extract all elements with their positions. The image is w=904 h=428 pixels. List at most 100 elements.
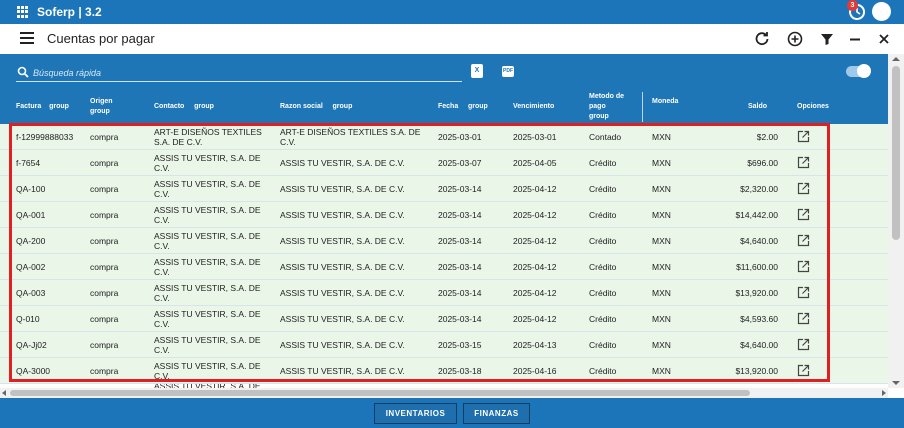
cell-saldo: $4,593.60 bbox=[740, 314, 778, 324]
app-title: Soferp | 3.2 bbox=[37, 5, 102, 19]
column-header-razon-social[interactable]: Razon social group bbox=[280, 102, 352, 112]
cell-fecha: 2025-03-14 bbox=[438, 184, 482, 194]
cell-razon: ASSIS TU VESTIR, S.A. DE C.V. bbox=[280, 236, 405, 246]
export-excel-icon[interactable]: X bbox=[471, 64, 483, 78]
open-external-icon[interactable] bbox=[797, 312, 810, 325]
export-pdf-icon[interactable]: PDF bbox=[502, 66, 514, 77]
inventarios-button[interactable]: INVENTARIOS bbox=[374, 403, 457, 424]
cell-factura: Q-010 bbox=[16, 314, 40, 324]
vertical-scrollbar[interactable] bbox=[888, 54, 904, 388]
open-external-icon[interactable] bbox=[797, 338, 810, 351]
finanzas-button[interactable]: FINANZAS bbox=[463, 403, 530, 424]
column-header-origen[interactable]: Origen group bbox=[90, 97, 113, 117]
cell-metodo: Crédito bbox=[589, 340, 617, 350]
cell-saldo: $14,442.00 bbox=[735, 210, 778, 220]
horizontal-scrollbar[interactable] bbox=[0, 388, 888, 398]
scroll-up-arrow-icon[interactable] bbox=[892, 57, 900, 61]
cell-fecha: 2025-03-14 bbox=[438, 262, 482, 272]
cell-vencimiento: 2025-04-05 bbox=[513, 158, 557, 168]
open-external-icon[interactable] bbox=[797, 156, 810, 169]
scroll-right-arrow-icon[interactable] bbox=[882, 390, 886, 396]
table-row[interactable]: QA-002 compra ASSIS TU VESTIR, S.A. DE C.V… bbox=[0, 254, 888, 280]
cell-moneda: MXN bbox=[652, 184, 671, 194]
filter-icon[interactable] bbox=[818, 30, 836, 48]
table-row[interactable]: QA-001 compra ASSIS TU VESTIR, S.A. DE C.V… bbox=[0, 202, 888, 228]
column-header-moneda[interactable]: Moneda bbox=[652, 97, 678, 107]
scroll-left-arrow-icon[interactable] bbox=[2, 390, 6, 396]
close-icon[interactable] bbox=[875, 30, 893, 48]
table-row[interactable]: Q-010 compra ASSIS TU VESTIR, S.A. DE C.V.… bbox=[0, 306, 888, 332]
cell-moneda: MXN bbox=[652, 288, 671, 298]
table-row[interactable]: QA-100 compra ASSIS TU VESTIR, S.A. DE C.V… bbox=[0, 176, 888, 202]
cell-fecha: 2025-03-07 bbox=[438, 158, 482, 168]
cell-metodo: Crédito bbox=[589, 314, 617, 324]
cell-moneda: MXN bbox=[652, 314, 671, 324]
cell-contacto: ASSIS TU VESTIR, S.A. DE C.V. bbox=[154, 283, 261, 303]
cell-razon: ASSIS TU VESTIR, S.A. DE C.V. bbox=[280, 262, 405, 272]
open-external-icon[interactable] bbox=[797, 364, 810, 377]
cell-razon: ASSIS TU VESTIR, S.A. DE C.V. bbox=[280, 340, 405, 350]
table-row[interactable]: QA-200 compra ASSIS TU VESTIR, S.A. DE C.V… bbox=[0, 228, 888, 254]
cell-moneda: MXN bbox=[652, 236, 671, 246]
column-header-factura[interactable]: Factura group bbox=[16, 102, 69, 112]
open-external-icon[interactable] bbox=[797, 182, 810, 195]
cell-fecha: 2025-03-14 bbox=[438, 210, 482, 220]
table-header: X PDF Factura group Origengroup Contacto… bbox=[0, 54, 888, 124]
app-bar: Soferp | 3.2 3 bbox=[0, 0, 904, 24]
cell-contacto: ASSIS TU VESTIR, S.A. DE C.V. bbox=[154, 335, 261, 355]
cell-metodo: Crédito bbox=[589, 184, 617, 194]
apps-grid-icon[interactable] bbox=[17, 6, 29, 18]
cell-metodo: Crédito bbox=[589, 288, 617, 298]
view-toggle[interactable] bbox=[846, 64, 871, 78]
column-header-fecha[interactable]: Fecha group bbox=[438, 102, 488, 112]
cell-factura: f-7654 bbox=[16, 158, 41, 168]
cell-vencimiento: 2025-04-16 bbox=[513, 366, 557, 376]
cell-vencimiento: 2025-04-13 bbox=[513, 340, 557, 350]
open-external-icon[interactable] bbox=[797, 208, 810, 221]
cell-factura: QA-003 bbox=[16, 288, 46, 298]
cell-factura: QA-002 bbox=[16, 262, 46, 272]
vertical-scroll-thumb[interactable] bbox=[892, 66, 900, 240]
cell-factura: QA-100 bbox=[16, 184, 46, 194]
sync-notifications-button[interactable]: 3 bbox=[847, 0, 867, 22]
open-external-icon[interactable] bbox=[797, 234, 810, 247]
cell-origen: compra bbox=[90, 132, 119, 142]
cell-razon: ASSIS TU VESTIR, S.A. DE C.V. bbox=[280, 314, 405, 324]
page-toolbar: Cuentas por pagar bbox=[0, 24, 904, 54]
cell-moneda: MXN bbox=[652, 210, 671, 220]
open-external-icon[interactable] bbox=[797, 130, 810, 143]
cell-factura: f-12999888033 bbox=[16, 132, 74, 142]
payables-table: X PDF Factura group Origengroup Contacto… bbox=[0, 54, 888, 392]
add-circle-icon[interactable] bbox=[786, 30, 804, 48]
cell-fecha: 2025-03-01 bbox=[438, 132, 482, 142]
cell-moneda: MXN bbox=[652, 132, 671, 142]
table-row[interactable]: QA-3000 compra ASSIS TU VESTIR, S.A. DE C.… bbox=[0, 358, 888, 384]
horizontal-scroll-thumb[interactable] bbox=[10, 390, 750, 396]
avatar[interactable] bbox=[872, 2, 891, 21]
column-header-vencimiento[interactable]: Vencimiento bbox=[513, 102, 554, 112]
table-row[interactable]: QA-Jj02 compra ASSIS TU VESTIR, S.A. DE C.… bbox=[0, 332, 888, 358]
open-external-icon[interactable] bbox=[797, 260, 810, 273]
cell-origen: compra bbox=[90, 210, 119, 220]
open-external-icon[interactable] bbox=[797, 286, 810, 299]
column-header-contacto[interactable]: Contacto group bbox=[154, 102, 214, 112]
search-input[interactable] bbox=[33, 65, 453, 81]
table-row[interactable]: f-7654 compra ASSIS TU VESTIR, S.A. DE C.V… bbox=[0, 150, 888, 176]
cell-origen: compra bbox=[90, 158, 119, 168]
cell-fecha: 2025-03-14 bbox=[438, 236, 482, 246]
table-row[interactable]: QA-003 compra ASSIS TU VESTIR, S.A. DE C.V… bbox=[0, 280, 888, 306]
table-row[interactable]: f-12999888033 compra ART-E DISEÑOS TEXTILE… bbox=[0, 124, 888, 150]
column-header-saldo[interactable]: Saldo bbox=[748, 102, 767, 112]
scroll-down-arrow-icon[interactable] bbox=[892, 381, 900, 385]
column-divider[interactable] bbox=[642, 92, 643, 122]
minimize-icon[interactable] bbox=[846, 30, 864, 48]
cell-saldo: $11,600.00 bbox=[736, 262, 778, 272]
menu-icon[interactable] bbox=[20, 32, 34, 44]
column-header-opciones: Opciones bbox=[797, 103, 829, 110]
refresh-icon[interactable] bbox=[753, 30, 771, 48]
cell-vencimiento: 2025-04-12 bbox=[513, 314, 557, 324]
cell-moneda: MXN bbox=[652, 340, 671, 350]
cell-saldo: $696.00 bbox=[747, 158, 778, 168]
cell-metodo: Crédito bbox=[589, 262, 617, 272]
column-header-metodo-pago[interactable]: Metodo de pago group bbox=[589, 92, 633, 122]
